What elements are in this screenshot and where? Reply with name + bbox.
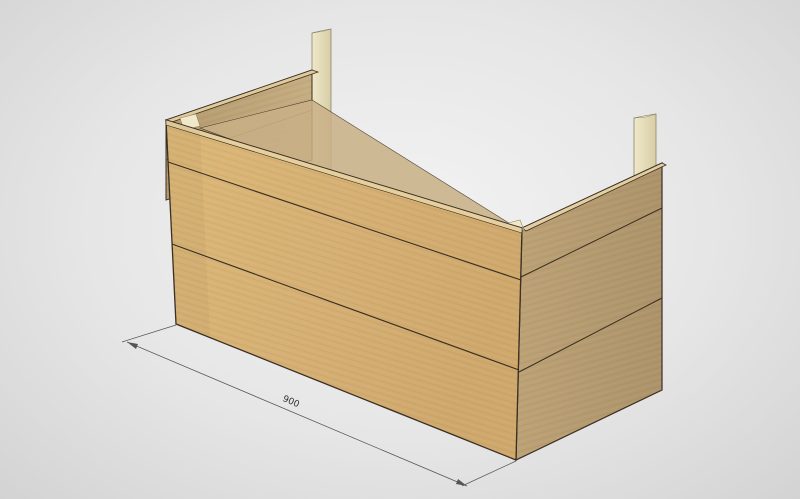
model-scene: 900: [121, 28, 667, 487]
extension-line-left: [121, 324, 177, 343]
dimension-label: 900: [281, 394, 301, 410]
side-panel-right: [515, 162, 667, 461]
extension-line-right: [461, 460, 517, 487]
arrowhead-right: [456, 479, 467, 486]
viewport: 900: [0, 0, 800, 499]
arrowhead-left: [127, 342, 138, 349]
